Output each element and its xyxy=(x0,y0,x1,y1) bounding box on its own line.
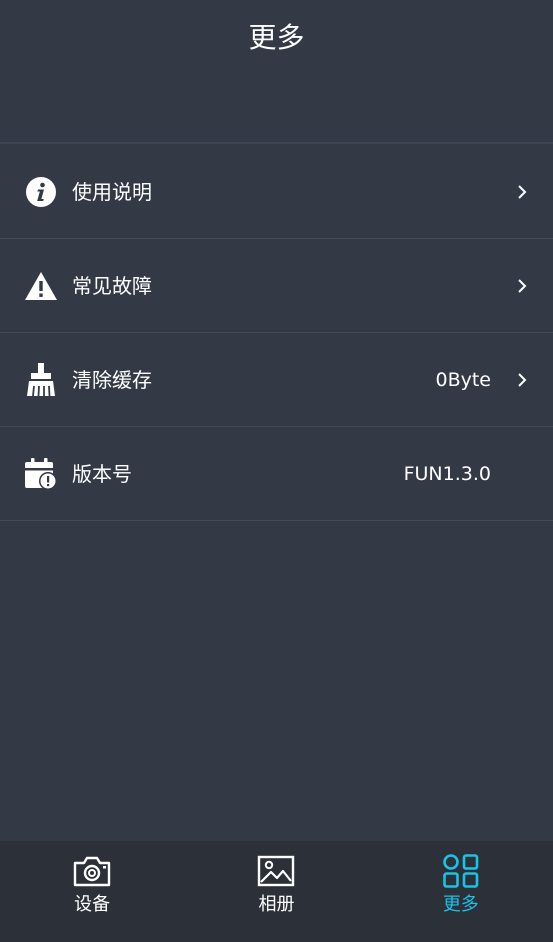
tab-more[interactable]: 更多 xyxy=(369,841,553,942)
menu-item-faq[interactable]: 常见故障 xyxy=(0,239,553,333)
menu-list: 使用说明 常见故障 清除缓存 0Byte 版本号 FUN1.3.0 xyxy=(0,145,553,521)
chevron-right-icon xyxy=(515,277,529,295)
menu-item-clear-cache[interactable]: 清除缓存 0Byte xyxy=(0,333,553,427)
tab-label: 更多 xyxy=(442,894,479,915)
tab-label: 设备 xyxy=(74,894,111,915)
broom-icon xyxy=(24,362,58,397)
menu-item-label: 使用说明 xyxy=(72,179,152,204)
version-value: FUN1.3.0 xyxy=(403,462,491,485)
tab-device[interactable]: 设备 xyxy=(0,841,184,942)
header: 更多 xyxy=(0,0,553,144)
info-icon xyxy=(24,175,58,209)
image-icon xyxy=(256,853,296,889)
grid-icon xyxy=(441,853,481,889)
menu-item-label: 清除缓存 xyxy=(72,367,152,392)
chevron-right-icon xyxy=(515,183,529,201)
bottom-tab-bar: 设备 相册 更多 xyxy=(0,841,553,942)
menu-item-label: 版本号 xyxy=(72,461,132,486)
page-title: 更多 xyxy=(248,21,305,54)
chevron-right-icon xyxy=(515,371,529,389)
camera-icon xyxy=(72,853,112,889)
tab-album[interactable]: 相册 xyxy=(184,841,368,942)
menu-item-instructions[interactable]: 使用说明 xyxy=(0,145,553,239)
tab-label: 相册 xyxy=(258,894,295,915)
warning-icon xyxy=(24,269,58,303)
cache-size-value: 0Byte xyxy=(435,368,491,391)
menu-item-label: 常见故障 xyxy=(72,273,152,298)
menu-item-version: 版本号 FUN1.3.0 xyxy=(0,427,553,521)
calendar-alert-icon xyxy=(24,457,58,491)
